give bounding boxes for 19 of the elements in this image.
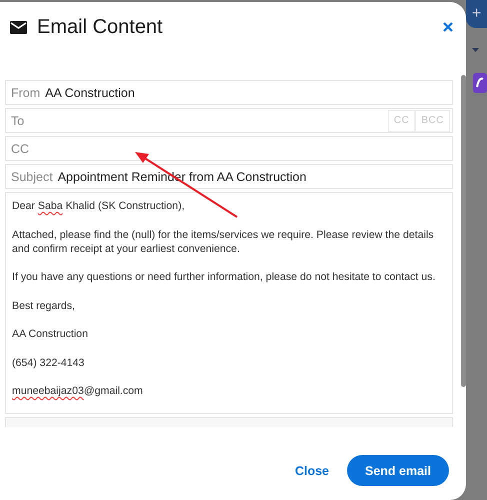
body-paragraph: If you have any questions or need further information, please do not hesitate to contact us. — [12, 270, 436, 284]
message-body[interactable] — [5, 192, 453, 414]
dialog-title: Email Content — [37, 16, 164, 38]
scrollbar[interactable] — [461, 75, 466, 387]
close-button[interactable]: Close — [294, 460, 329, 482]
close-icon[interactable] — [442, 21, 454, 33]
input-field[interactable]: From AA Construction — [5, 80, 453, 105]
send-button[interactable]: Send email — [347, 455, 449, 486]
add-button[interactable]: + — [466, 0, 487, 28]
body-paragraph: (654) 322-4143 — [12, 356, 86, 370]
caret-icon[interactable] — [472, 48, 479, 52]
body-paragraph: Dear Saba Khalid (SK Construction), — [12, 199, 186, 213]
envelope-icon — [10, 20, 27, 34]
body-paragraph: Attached, please find the (null) for the items/services we require. Please review the details and confirm receipt at your earliest convenience. — [12, 228, 435, 256]
body-paragraph: muneebaijaz03@gmail.com — [12, 384, 144, 398]
body-paragraph: AA Construction — [12, 327, 89, 341]
body-paragraph: Best regards, — [12, 298, 76, 312]
app-icon[interactable] — [473, 73, 487, 93]
input-field[interactable]: CC — [5, 136, 453, 161]
